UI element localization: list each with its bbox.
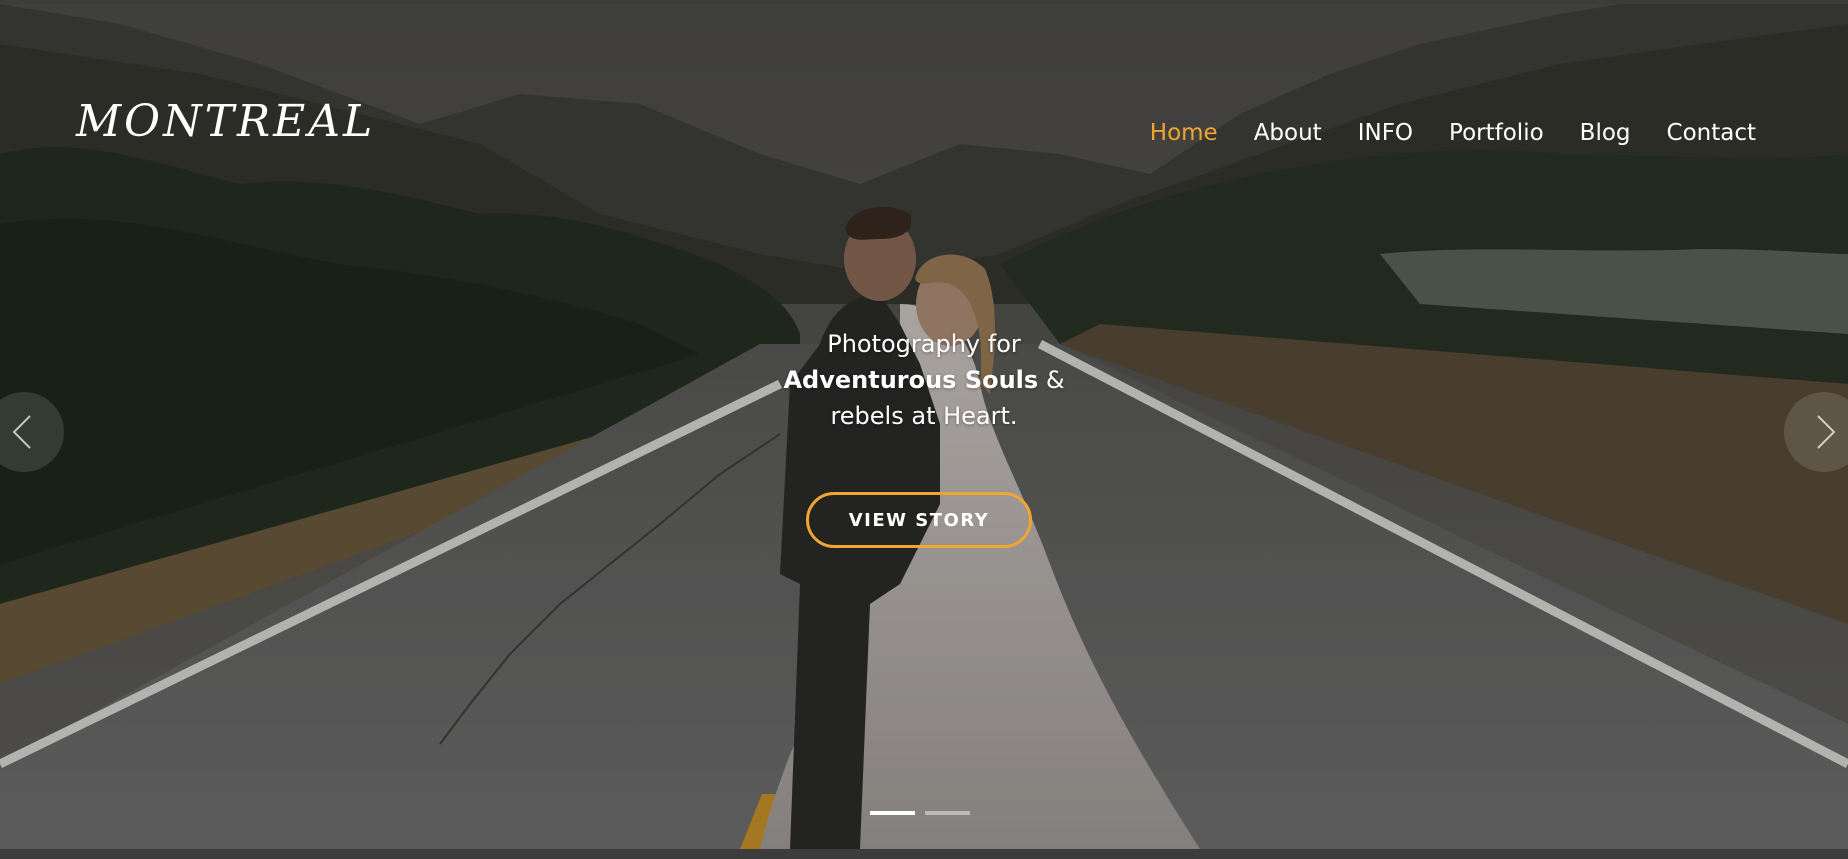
tagline-line-1: Photography for [827,330,1021,358]
slider-pagination [870,811,970,815]
tagline-line-2: Adventurous Souls & [0,362,1848,398]
slider-next-button[interactable] [1784,392,1848,472]
site-logo[interactable]: MONTREAL [76,100,375,144]
nav-item-blog[interactable]: Blog [1580,120,1631,146]
browser-frame: MONTREAL Home About INFO Portfolio Blog … [0,0,1848,859]
nav-item-contact[interactable]: Contact [1667,120,1756,146]
nav-item-info[interactable]: INFO [1358,120,1413,146]
view-story-button[interactable]: VIEW STORY [806,492,1032,548]
nav-item-about[interactable]: About [1254,120,1322,146]
tagline-line-3: rebels at Heart. [830,402,1018,430]
slider-prev-button[interactable] [0,392,64,472]
tagline-bold: Adventurous Souls [783,366,1039,394]
nav-item-portfolio[interactable]: Portfolio [1449,120,1544,146]
hero-slider: MONTREAL Home About INFO Portfolio Blog … [0,4,1848,849]
slider-dot-2[interactable] [925,811,970,815]
chevron-left-icon [12,415,31,449]
chevron-right-icon [1817,415,1836,449]
tagline-ampersand: & [1038,366,1065,394]
slider-dot-1[interactable] [870,811,915,815]
nav-item-home[interactable]: Home [1150,120,1218,146]
hero-tagline: Photography for Adventurous Souls & rebe… [0,326,1848,434]
main-nav: Home About INFO Portfolio Blog Contact [1150,120,1756,146]
